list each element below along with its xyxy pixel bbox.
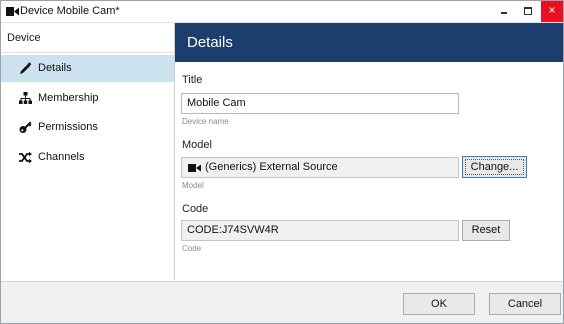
title-bar: Device Mobile Cam* × xyxy=(1,1,563,23)
maximize-button[interactable] xyxy=(517,1,539,22)
code-field: CODE:J74SVW4R xyxy=(181,220,459,241)
window-title: Device Mobile Cam* xyxy=(20,5,120,17)
sidebar-item-label: Details xyxy=(38,62,72,74)
code-hint: Code xyxy=(182,244,202,253)
close-icon: × xyxy=(548,3,556,17)
sidebar-header: Device xyxy=(7,32,41,44)
sidebar-item-permissions[interactable]: Permissions xyxy=(1,114,174,141)
maximize-icon xyxy=(524,7,532,15)
ok-button[interactable]: OK xyxy=(403,293,475,315)
code-label: Code xyxy=(182,203,209,215)
focus-rectangle xyxy=(465,159,524,175)
device-window: Device Mobile Cam* × Device Details Memb… xyxy=(0,0,564,324)
sidebar-item-label: Channels xyxy=(38,151,85,163)
minimize-icon xyxy=(501,12,507,14)
model-value: (Generics) External Source xyxy=(205,161,338,173)
dialog-footer: OK Cancel xyxy=(1,281,563,323)
sidebar-item-channels[interactable]: Channels xyxy=(1,144,174,171)
pencil-icon xyxy=(20,62,32,74)
sidebar: Device Details Membership Permissions Ch… xyxy=(1,23,175,280)
sidebar-item-details[interactable]: Details xyxy=(1,55,174,82)
title-hint: Device name xyxy=(182,117,229,126)
cancel-button[interactable]: Cancel xyxy=(489,293,561,315)
reset-code-button[interactable]: Reset xyxy=(462,220,510,241)
sidebar-item-label: Permissions xyxy=(38,121,98,133)
title-input[interactable]: Mobile Cam xyxy=(181,93,459,114)
model-hint: Model xyxy=(182,181,204,190)
details-header: Details xyxy=(175,23,563,62)
minimize-button[interactable] xyxy=(493,1,515,22)
change-model-button[interactable]: Change... xyxy=(462,156,527,178)
page-title: Details xyxy=(187,34,233,51)
model-label: Model xyxy=(182,139,212,151)
sidebar-item-membership[interactable]: Membership xyxy=(1,85,174,112)
camera-icon xyxy=(188,164,201,172)
close-button[interactable]: × xyxy=(541,1,563,22)
model-field: (Generics) External Source xyxy=(181,157,459,178)
sidebar-divider xyxy=(1,52,174,53)
title-label: Title xyxy=(182,74,203,86)
sidebar-item-label: Membership xyxy=(38,92,99,104)
shuffle-icon xyxy=(19,151,32,164)
sitemap-icon xyxy=(19,92,32,104)
key-icon xyxy=(19,121,32,133)
camera-icon xyxy=(6,7,19,16)
